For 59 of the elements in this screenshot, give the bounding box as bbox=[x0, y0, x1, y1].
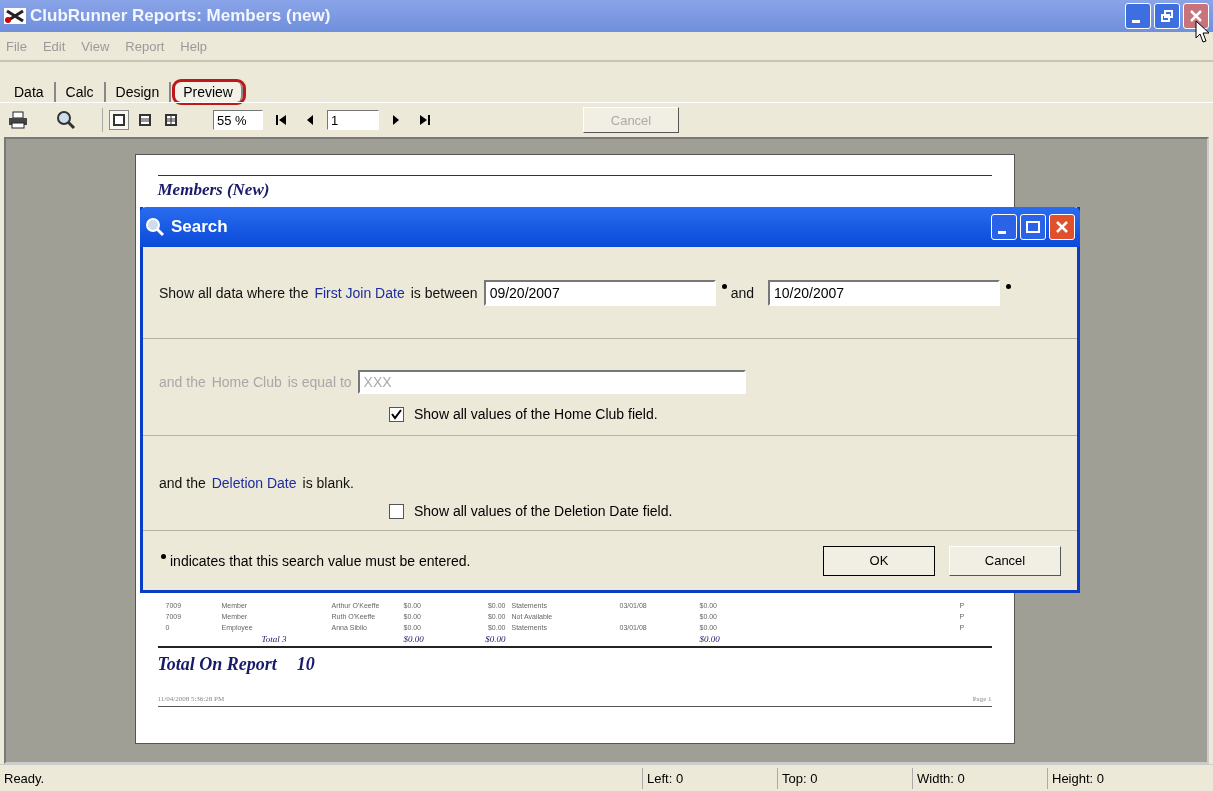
status-text: Width: 0 bbox=[912, 767, 1047, 789]
checkbox[interactable] bbox=[389, 503, 404, 519]
report-title: Members (New) bbox=[157, 175, 992, 200]
print-icon[interactable] bbox=[6, 109, 30, 131]
required-dot-icon bbox=[1006, 283, 1011, 289]
subtotal-value: $0.00 bbox=[484, 633, 506, 644]
status-text: Top: 0 bbox=[777, 767, 912, 789]
search-icon bbox=[145, 217, 165, 237]
field-name-text: First Join Date bbox=[314, 284, 405, 301]
window-title: ClubRunner Reports: Members (new) bbox=[30, 6, 331, 26]
page-view-icon[interactable] bbox=[109, 110, 129, 130]
status-text: Left: 0 bbox=[642, 767, 777, 789]
app-logo-icon bbox=[4, 6, 26, 26]
condition-text: is blank. bbox=[302, 475, 354, 491]
status-text: Ready. bbox=[3, 769, 46, 788]
end-date-field[interactable]: 10/20/2007 bbox=[768, 279, 1000, 306]
required-dot-icon bbox=[161, 554, 166, 559]
start-date-field[interactable]: 09/20/2007 bbox=[483, 279, 716, 306]
condition-text: is equal to bbox=[287, 374, 352, 390]
close-icon bbox=[1055, 220, 1069, 234]
last-page-icon[interactable] bbox=[417, 112, 433, 128]
minimize-icon bbox=[1132, 19, 1140, 23]
subtotal-value: $0.00 bbox=[699, 633, 721, 644]
checkbox-label: Show all values of the Home Club field. bbox=[414, 406, 658, 422]
page-field[interactable]: 1 bbox=[327, 110, 379, 130]
subtotal-label: Total 3 bbox=[260, 633, 288, 644]
total-value: 10 bbox=[296, 654, 315, 675]
status-text: Height: 0 bbox=[1047, 767, 1205, 789]
condition-text: Home Club bbox=[211, 374, 282, 390]
first-page-icon[interactable] bbox=[273, 112, 289, 128]
zoom-field[interactable]: 55 % bbox=[213, 110, 263, 130]
minimize-button[interactable] bbox=[991, 214, 1017, 240]
close-icon bbox=[1189, 9, 1203, 23]
condition-text: and the bbox=[159, 475, 206, 491]
minimize-button[interactable] bbox=[1125, 3, 1151, 29]
field-name-text: Deletion Date bbox=[211, 475, 297, 491]
condition-text: Show all data where the bbox=[159, 284, 309, 301]
close-button[interactable] bbox=[1049, 214, 1075, 240]
condition-text: and bbox=[730, 284, 754, 301]
condition-text: and the bbox=[159, 374, 206, 390]
checkbox-label: Show all values of the Deletion Date field. bbox=[414, 503, 673, 519]
subtotal-value: $0.00 bbox=[403, 633, 425, 644]
restore-icon bbox=[1161, 10, 1173, 22]
minimize-icon bbox=[998, 230, 1006, 234]
tab[interactable]: Preview bbox=[175, 82, 243, 102]
restore-button[interactable] bbox=[1154, 3, 1180, 29]
ok-button[interactable]: OK bbox=[823, 545, 935, 576]
tab[interactable]: Calc bbox=[55, 82, 106, 102]
cursor-icon bbox=[1195, 20, 1211, 44]
dialog-title: Search bbox=[171, 217, 228, 237]
close-button[interactable] bbox=[1183, 3, 1209, 29]
cancel-button[interactable]: Cancel bbox=[949, 545, 1061, 576]
maximize-button[interactable] bbox=[1020, 214, 1046, 240]
tab[interactable]: Data bbox=[4, 82, 56, 102]
search-icon[interactable] bbox=[54, 108, 78, 132]
maximize-icon bbox=[1026, 221, 1040, 233]
note-text: indicates that this search value must be entered. bbox=[170, 552, 471, 569]
total-label: Total On Report bbox=[157, 654, 277, 675]
condition-text: is between bbox=[410, 284, 478, 301]
